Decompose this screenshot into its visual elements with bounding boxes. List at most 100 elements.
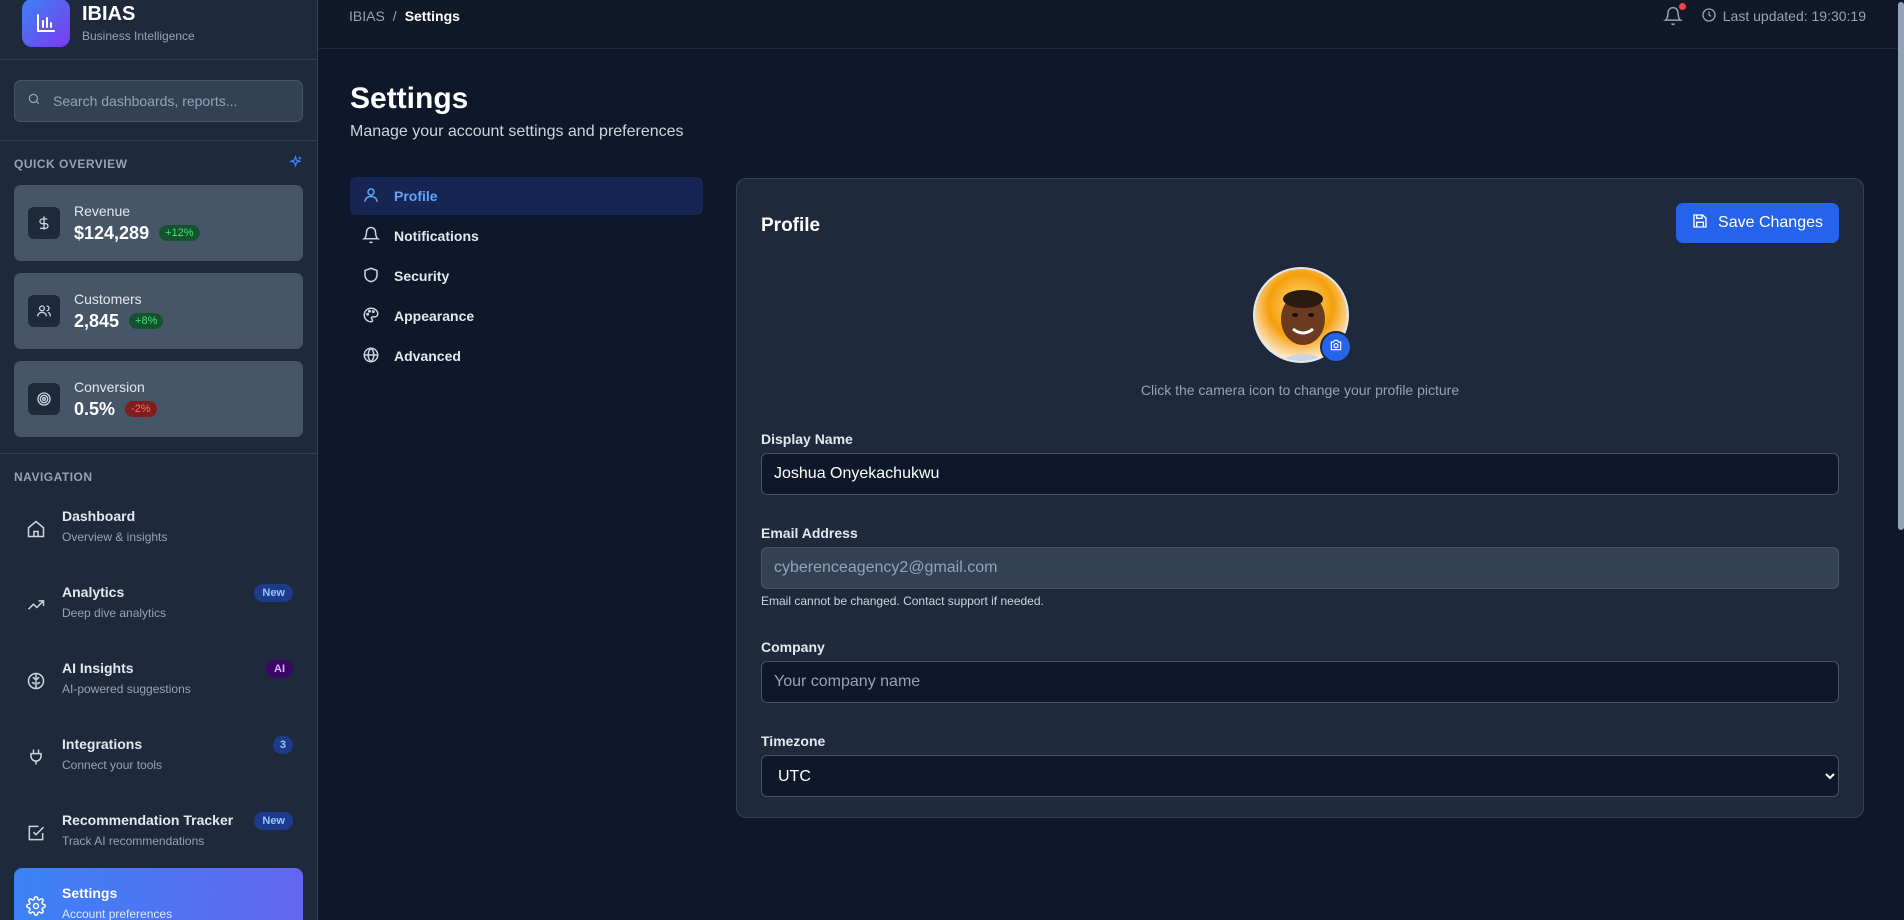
navigation-heading: NAVIGATION (14, 470, 93, 484)
sidebar-item-title: AI Insights (62, 660, 134, 676)
sparkles-icon[interactable] (288, 154, 303, 173)
check-square-icon (24, 821, 48, 845)
display-name-label: Display Name (761, 431, 853, 447)
stat-change-badge: +12% (159, 225, 200, 241)
quick-overview-heading: QUICK OVERVIEW (14, 157, 128, 171)
stat-card-revenue[interactable]: Revenue $124,289 +12% (14, 185, 303, 261)
sidebar-item-subtitle: Deep dive analytics (62, 606, 167, 620)
email-label: Email Address (761, 525, 858, 541)
stat-value: $124,289 (74, 222, 150, 243)
stat-value: 0.5% (74, 398, 116, 419)
users-icon (28, 295, 60, 327)
change-avatar-camera-button[interactable] (1320, 331, 1352, 363)
company-field[interactable] (761, 661, 1839, 703)
breadcrumb-separator: / (392, 8, 397, 24)
page-subtitle: Manage your account settings and prefere… (350, 123, 684, 140)
notification-dot (1678, 3, 1686, 10)
brand[interactable]: IBIAS Business Intelligence (0, 0, 317, 60)
globe-icon (362, 346, 380, 367)
brand-name: IBIAS (82, 2, 136, 25)
palette-icon (362, 306, 380, 327)
sidebar: IBIAS Business Intelligence QUICK OVERVI… (0, 0, 318, 920)
tab-advanced[interactable]: Advanced (350, 337, 703, 375)
sidebar-navigation: NAVIGATION Dashboard Overview & insights… (0, 454, 317, 920)
sidebar-item-settings[interactable]: Settings Account preferences (14, 868, 303, 920)
sidebar-item-integrations[interactable]: Integrations Connect your tools 3 (14, 716, 303, 792)
search-icon (27, 92, 41, 111)
tab-profile[interactable]: Profile (350, 177, 703, 215)
page-scrollbar[interactable] (1898, 0, 1904, 920)
new-badge: New (254, 812, 293, 830)
stat-change-badge: -2% (125, 401, 157, 417)
plug-icon (24, 745, 48, 769)
profile-panel-title: Profile (761, 215, 821, 236)
last-updated: Last updated: 19:30:19 (1701, 7, 1866, 26)
timezone-select[interactable]: UTC (761, 755, 1839, 797)
notifications-bell-icon[interactable] (1662, 3, 1686, 26)
sidebar-item-subtitle: Account preferences (62, 907, 173, 920)
sidebar-item-ai-insights[interactable]: AI Insights AI-powered suggestions AI (14, 640, 303, 716)
sidebar-item-dashboard[interactable]: Dashboard Overview & insights (14, 488, 303, 564)
gear-icon (24, 894, 48, 918)
tab-label: Advanced (394, 348, 461, 364)
brand-subtitle: Business Intelligence (82, 28, 195, 43)
ai-badge: AI (266, 660, 293, 678)
sidebar-item-analytics[interactable]: Analytics Deep dive analytics New (14, 564, 303, 640)
tab-notifications[interactable]: Notifications (350, 217, 703, 255)
save-button-label: Save Changes (1718, 214, 1823, 231)
brain-icon (24, 669, 48, 693)
profile-panel: Profile Save Changes Click the camera ic… (736, 178, 1864, 818)
sidebar-item-subtitle: Connect your tools (62, 758, 163, 772)
top-bar: IBIAS / Settings Last updated: 19:30:19 (318, 0, 1898, 49)
sidebar-item-subtitle: AI-powered suggestions (62, 682, 191, 696)
settings-tabs: Profile Notifications Security Appearanc… (350, 177, 703, 377)
trending-up-icon (24, 593, 48, 617)
home-icon (24, 517, 48, 541)
sidebar-item-title: Settings (62, 885, 118, 901)
camera-icon (1329, 338, 1343, 357)
clock-icon (1701, 7, 1717, 26)
last-updated-text: Last updated: 19:30:19 (1722, 8, 1866, 24)
stat-change-badge: +8% (129, 313, 164, 329)
avatar-hint: Click the camera icon to change your pro… (1140, 382, 1460, 398)
save-changes-button[interactable]: Save Changes (1676, 203, 1839, 243)
shield-icon (362, 266, 380, 287)
stat-card-conversion[interactable]: Conversion 0.5% -2% (14, 361, 303, 437)
tab-appearance[interactable]: Appearance (350, 297, 703, 335)
search-input[interactable] (53, 93, 290, 109)
stat-label: Customers (74, 290, 142, 307)
breadcrumb-current: Settings (404, 8, 460, 24)
sidebar-item-title: Recommendation Tracker (62, 812, 234, 828)
sidebar-search (14, 80, 303, 122)
quick-overview: QUICK OVERVIEW Revenue $124,289 +12% Cus… (0, 141, 317, 454)
timezone-label: Timezone (761, 733, 826, 749)
tab-label: Security (394, 268, 450, 284)
stat-label: Conversion (74, 378, 145, 395)
email-field (761, 547, 1839, 589)
company-label: Company (761, 639, 825, 655)
tab-label: Profile (394, 188, 438, 204)
tab-security[interactable]: Security (350, 257, 703, 295)
email-help-text: Email cannot be changed. Contact support… (761, 594, 1044, 608)
count-badge: 3 (272, 736, 293, 754)
sidebar-item-title: Dashboard (62, 508, 136, 524)
breadcrumb-root[interactable]: IBIAS (349, 8, 385, 24)
stat-label: Revenue (74, 202, 131, 219)
save-icon (1692, 213, 1708, 234)
sidebar-item-title: Integrations (62, 736, 143, 752)
page-scrollbar-thumb[interactable] (1898, 2, 1904, 530)
display-name-field[interactable] (761, 453, 1839, 495)
bar-chart-logo-icon (22, 0, 70, 47)
avatar-container (1253, 267, 1352, 363)
sidebar-item-recommendation-tracker[interactable]: Recommendation Tracker Track AI recommen… (14, 792, 303, 868)
sidebar-item-title: Analytics (62, 584, 125, 600)
target-icon (28, 383, 60, 415)
dollar-icon (28, 207, 60, 239)
page-title: Settings (350, 82, 469, 115)
tab-label: Notifications (394, 228, 479, 244)
stat-value: 2,845 (74, 310, 120, 331)
stat-card-customers[interactable]: Customers 2,845 +8% (14, 273, 303, 349)
sidebar-item-subtitle: Track AI recommendations (62, 834, 205, 848)
tab-label: Appearance (394, 308, 475, 324)
new-badge: New (254, 584, 293, 602)
